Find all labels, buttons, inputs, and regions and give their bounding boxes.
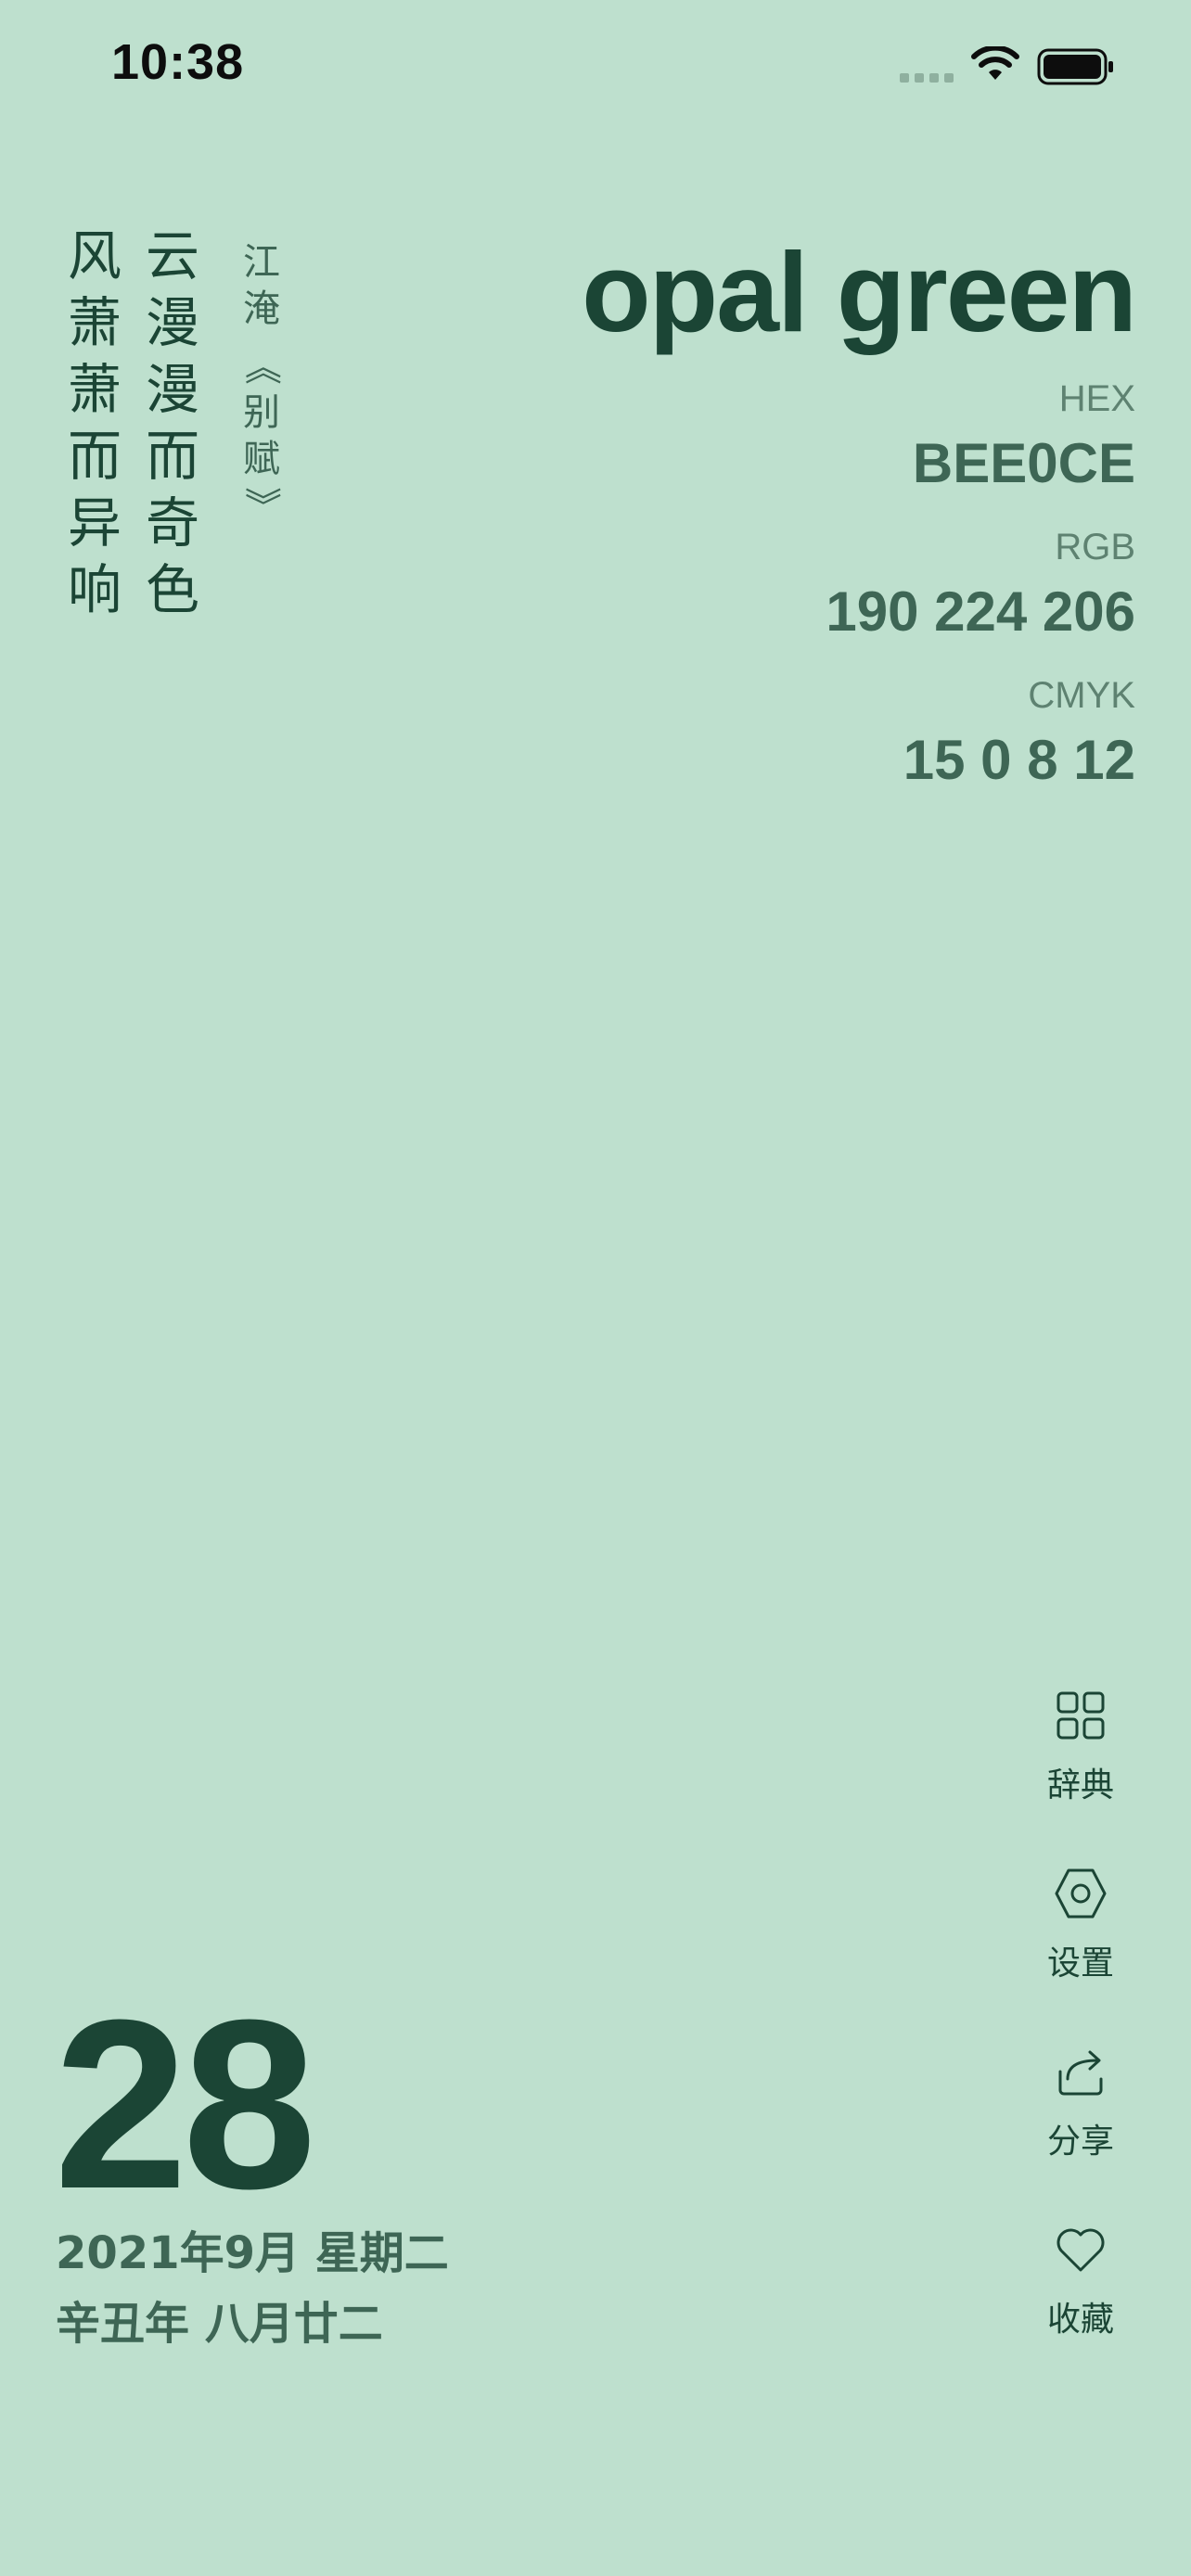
title-char: 》	[240, 487, 283, 524]
settings-label: 设置	[1046, 1945, 1114, 1983]
solar-date: 2021年9月 星期二	[56, 2227, 449, 2279]
poem-title: 《别赋》	[240, 343, 283, 529]
status-time: 10:38	[111, 34, 245, 90]
poem-char: 漫	[145, 358, 199, 421]
wifi-icon	[971, 46, 1019, 80]
favorite-label: 收藏	[1046, 2301, 1114, 2339]
poem-char: 响	[67, 558, 122, 621]
poem-char: 色	[145, 558, 199, 621]
grid-icon	[1057, 1691, 1105, 1740]
lunar-date: 辛丑年 八月廿二	[56, 2298, 383, 2350]
share-button[interactable]: 分享	[1030, 2044, 1132, 2222]
share-label: 分享	[1046, 2123, 1114, 2161]
poem-author: 江淹	[241, 239, 282, 332]
poem-line-1: 云漫漫而奇色	[143, 223, 202, 623]
cellular-signal-icon	[900, 70, 959, 87]
hex-label: HEX	[1058, 378, 1135, 419]
dictionary-label: 辞典	[1046, 1766, 1114, 1804]
poem-char: 而	[67, 425, 122, 488]
share-icon	[1058, 2050, 1103, 2096]
settings-button[interactable]: 设置	[1030, 1866, 1132, 2044]
poem-char: 风	[67, 224, 122, 287]
poem-char: 萧	[67, 358, 122, 421]
poem-char: 云	[145, 224, 199, 287]
battery-icon	[1037, 48, 1113, 85]
side-menu: 辞典 设置 分享 收藏	[1030, 1688, 1132, 2400]
rgb-label: RGB	[1055, 527, 1135, 567]
color-name: opal green	[582, 229, 1137, 355]
author-char: 淹	[243, 287, 280, 330]
color-info: opal green HEX BEE0CE RGB 190 224 206 CM…	[582, 229, 1137, 794]
title-char: 别	[243, 391, 280, 434]
hex-value: BEE0CE	[912, 432, 1135, 494]
poem-char: 漫	[145, 291, 199, 354]
poem-char: 异	[67, 491, 122, 555]
cmyk-label: CMYK	[1028, 675, 1135, 716]
poem-char: 萧	[67, 291, 122, 354]
author-char: 江	[243, 241, 280, 284]
favorite-button[interactable]: 收藏	[1030, 2222, 1132, 2400]
title-char: 《	[240, 348, 283, 385]
cmyk-value: 15 0 8 12	[903, 729, 1135, 791]
poem-line-2: 风萧萧而异响	[65, 223, 124, 623]
day-number: 28	[54, 1970, 316, 2239]
poem-char: 而	[145, 425, 199, 488]
rgb-value: 190 224 206	[826, 580, 1135, 643]
title-char: 赋	[243, 438, 280, 480]
poem-char: 奇	[145, 491, 199, 555]
status-bar: 10:38	[0, 0, 1191, 139]
heart-icon	[1057, 2228, 1105, 2272]
hexagon-nut-icon	[1055, 1868, 1107, 1919]
dictionary-button[interactable]: 辞典	[1030, 1688, 1132, 1866]
